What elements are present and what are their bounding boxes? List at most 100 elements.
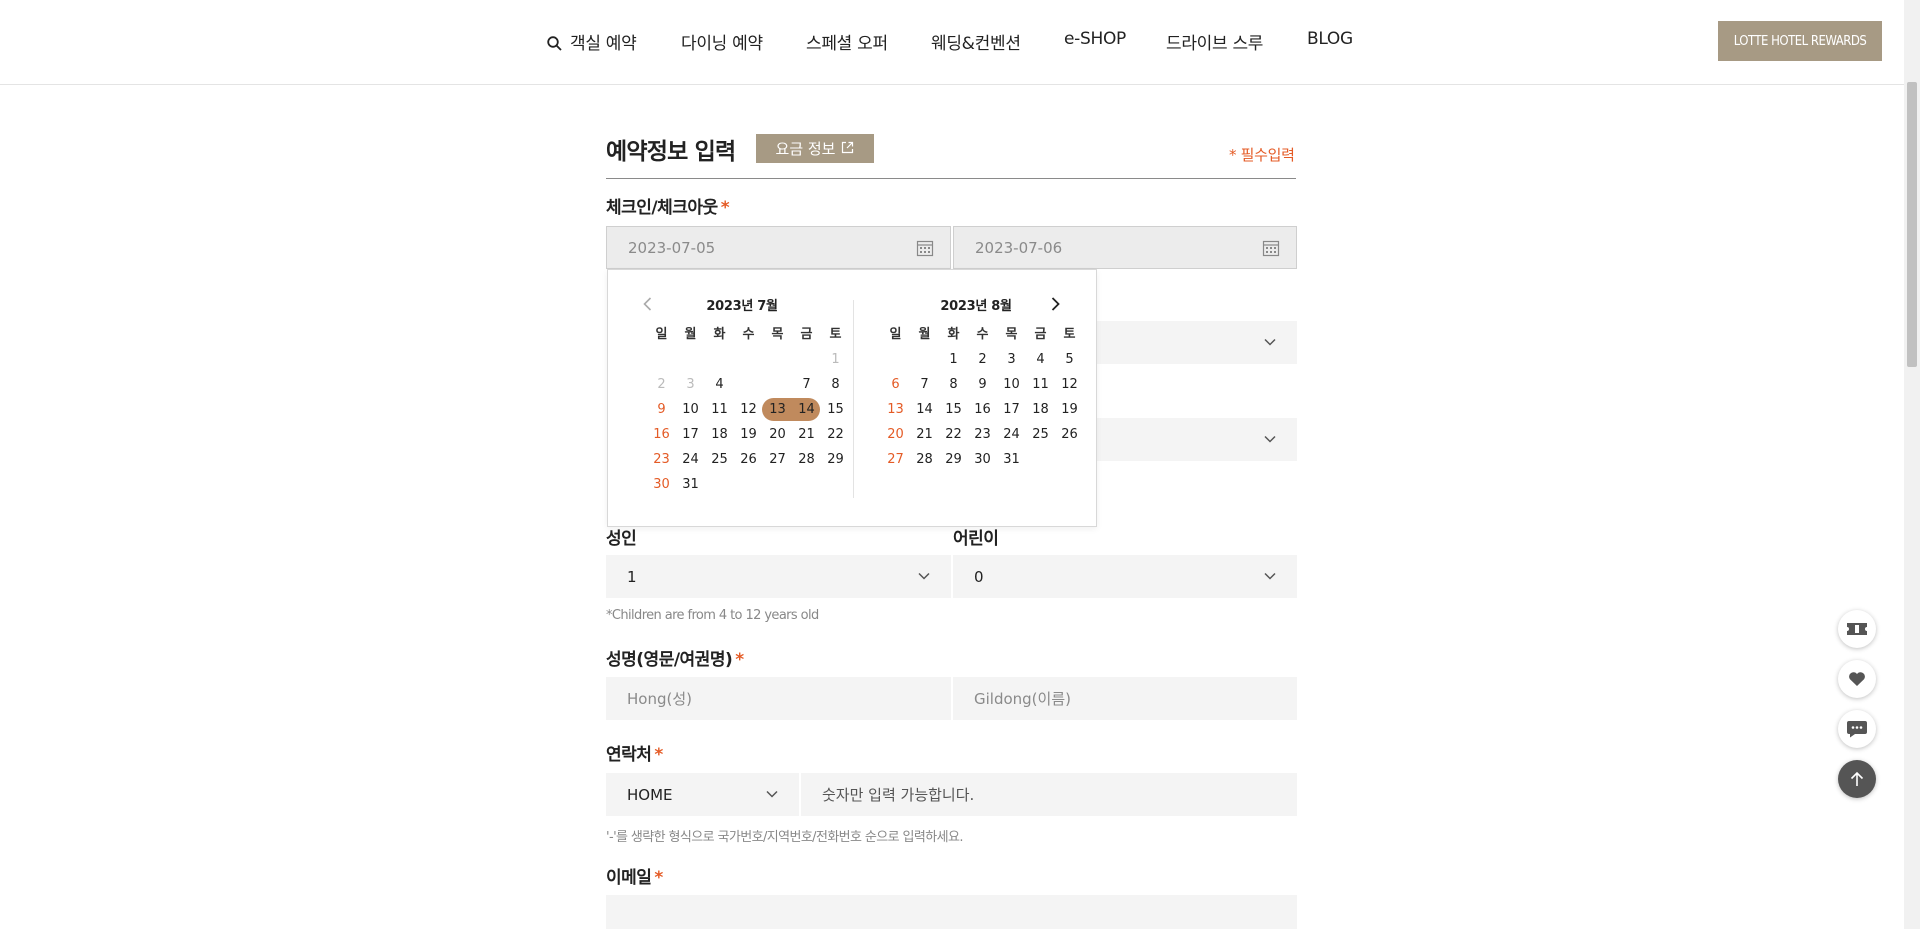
checkout-date-input[interactable]: 2023-07-06	[953, 226, 1297, 269]
calendar-day[interactable]: 1	[939, 347, 968, 372]
calendar-day[interactable]: 30	[968, 447, 997, 472]
calendar-day[interactable]: 24	[676, 447, 705, 472]
calendar-day[interactable]: 29	[939, 447, 968, 472]
calendar-day[interactable]: 11	[1026, 372, 1055, 397]
nav-blog[interactable]: BLOG	[1307, 29, 1353, 49]
calendar-day[interactable]: 10	[997, 372, 1026, 397]
coupon-button[interactable]	[1838, 610, 1876, 648]
calendar-day[interactable]: 24	[997, 422, 1026, 447]
calendar-day[interactable]: 5	[734, 372, 763, 397]
calendar-day[interactable]: 27	[881, 447, 910, 472]
name-label: 성명(영문/여권명) *	[606, 645, 744, 670]
scroll-top-button[interactable]	[1838, 760, 1876, 798]
child-select[interactable]: 0	[953, 555, 1297, 598]
calendar-day[interactable]: 19	[1055, 397, 1084, 422]
calendar-day[interactable]: 31	[676, 472, 705, 497]
rewards-button[interactable]: LOTTE HOTEL REWARDS	[1718, 21, 1882, 61]
calendar-day[interactable]: 20	[881, 422, 910, 447]
calendar-day[interactable]: 20	[763, 422, 792, 447]
phone-number-input[interactable]: 숫자만 입력 가능합니다.	[801, 773, 1297, 816]
calendar-day[interactable]: 26	[734, 447, 763, 472]
calendar-day[interactable]: 22	[939, 422, 968, 447]
nav-dining-reservation[interactable]: 다이닝 예약	[681, 29, 763, 54]
email-label-text: 이메일	[606, 868, 652, 888]
calendar-day[interactable]: 8	[821, 372, 850, 397]
site-header: 객실 예약 다이닝 예약 스페셜 오퍼 웨딩&컨벤션 e-SHOP 드라이브 스…	[0, 0, 1904, 85]
weekday-label: 토	[1063, 327, 1076, 342]
calendar-day[interactable]: 5	[1055, 347, 1084, 372]
rate-info-button[interactable]: 요금 정보	[756, 134, 874, 163]
calendar-day[interactable]: 27	[763, 447, 792, 472]
calendar-day[interactable]: 2	[968, 347, 997, 372]
email-input[interactable]	[606, 895, 1297, 929]
calendar-day[interactable]: 6	[763, 372, 792, 397]
nav-special-offer[interactable]: 스페셜 오퍼	[806, 29, 888, 54]
prev-month-icon[interactable]	[638, 294, 658, 314]
calendar-day[interactable]: 17	[997, 397, 1026, 422]
calendar-day[interactable]: 18	[705, 422, 734, 447]
calendar-day[interactable]: 4	[705, 372, 734, 397]
calendar-day[interactable]: 12	[1055, 372, 1084, 397]
nav-room-reservation[interactable]: 객실 예약	[547, 29, 637, 56]
calendar-day[interactable]: 26	[1055, 422, 1084, 447]
calendar-day[interactable]: 9	[647, 397, 676, 422]
calendar-day[interactable]: 16	[647, 422, 676, 447]
calendar-day[interactable]: 16	[968, 397, 997, 422]
calendar-day[interactable]: 10	[676, 397, 705, 422]
calendar-day[interactable]: 13	[881, 397, 910, 422]
month-title: 2023년 8월	[940, 299, 1012, 314]
calendar-day[interactable]: 18	[1026, 397, 1055, 422]
page-title: 예약정보 입력	[606, 139, 736, 165]
weekday-header: 일월화수목금토	[881, 323, 1084, 342]
calendar-day[interactable]: 4	[1026, 347, 1055, 372]
calendar-day[interactable]: 31	[997, 447, 1026, 472]
calendar-day[interactable]: 12	[734, 397, 763, 422]
scrollbar-thumb[interactable]	[1907, 82, 1917, 367]
calendar-day[interactable]: 28	[792, 447, 821, 472]
calendar-day[interactable]: 14	[792, 397, 821, 422]
calendar-day[interactable]: 3	[997, 347, 1026, 372]
calendar-day[interactable]: 23	[647, 447, 676, 472]
calendar-day[interactable]: 21	[910, 422, 939, 447]
calendar-day[interactable]: 28	[910, 447, 939, 472]
name-label-text: 성명(영문/여권명)	[606, 650, 733, 670]
calendar-day[interactable]: 21	[792, 422, 821, 447]
calendar-day[interactable]: 15	[821, 397, 850, 422]
calendar-day[interactable]: 29	[821, 447, 850, 472]
calendar-day[interactable]: 15	[939, 397, 968, 422]
calendar-day[interactable]: 9	[968, 372, 997, 397]
page-scrollbar[interactable]	[1904, 0, 1920, 929]
weekday-label: 일	[889, 327, 902, 342]
adult-select[interactable]: 1	[606, 555, 951, 598]
next-month-icon[interactable]	[1045, 294, 1065, 314]
first-name-input[interactable]: Gildong(이름)	[953, 677, 1297, 720]
calendar-day[interactable]: 6	[881, 372, 910, 397]
month-title: 2023년 7월	[706, 299, 778, 314]
calendar-day[interactable]: 17	[676, 422, 705, 447]
calendar-day[interactable]: 25	[1026, 422, 1055, 447]
calendar-day[interactable]: 23	[968, 422, 997, 447]
checkin-date-input[interactable]: 2023-07-05	[606, 226, 951, 269]
calendar-day[interactable]: 25	[705, 447, 734, 472]
calendar-day[interactable]: 30	[647, 472, 676, 497]
nav-drive-thru[interactable]: 드라이브 스루	[1166, 29, 1263, 54]
calendar-day[interactable]: 7	[910, 372, 939, 397]
nav-label: 객실 예약	[570, 34, 637, 54]
phone-type-select[interactable]: HOME	[606, 773, 799, 816]
calendar-day[interactable]: 19	[734, 422, 763, 447]
calendar-day[interactable]: 14	[910, 397, 939, 422]
wishlist-button[interactable]	[1838, 660, 1876, 698]
chevron-down-icon	[1264, 435, 1276, 443]
calendar-day[interactable]: 13	[763, 397, 792, 422]
child-value: 0	[974, 567, 984, 586]
last-name-input[interactable]: Hong(성)	[606, 677, 951, 720]
nav-wedding-convention[interactable]: 웨딩&컨벤션	[931, 29, 1021, 54]
calendar-day[interactable]: 22	[821, 422, 850, 447]
chat-button[interactable]	[1838, 710, 1876, 748]
calendar-day[interactable]: 11	[705, 397, 734, 422]
calendar-day[interactable]: 7	[792, 372, 821, 397]
nav-eshop[interactable]: e-SHOP	[1064, 29, 1126, 49]
calendar-day[interactable]: 8	[939, 372, 968, 397]
empty-cell	[647, 347, 676, 372]
weekday-label: 목	[1005, 327, 1018, 342]
